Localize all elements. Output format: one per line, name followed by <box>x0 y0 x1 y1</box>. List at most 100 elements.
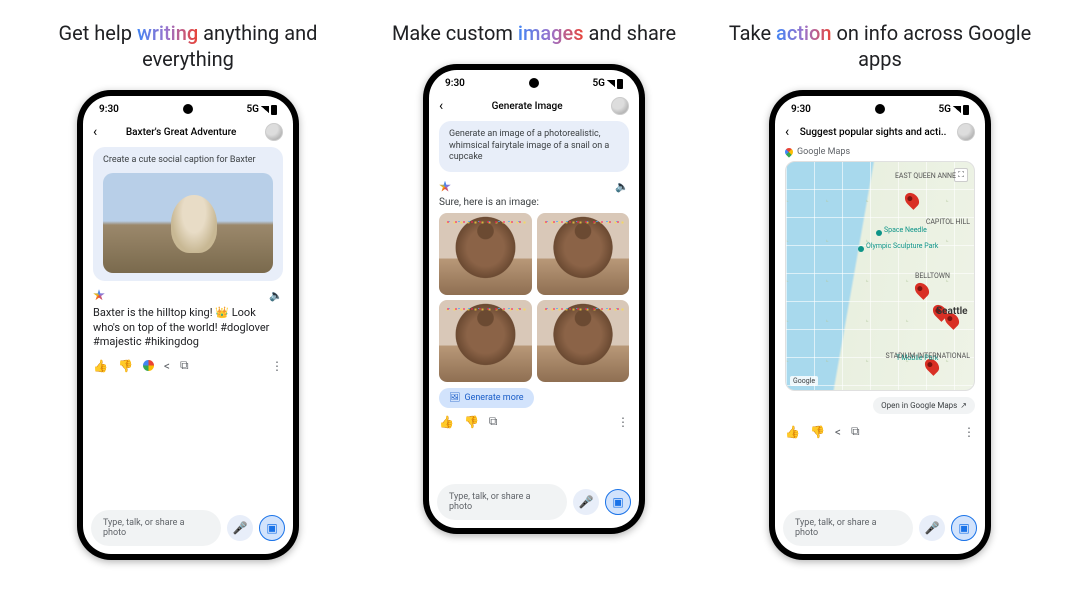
prompt-text: Create a cute social caption for Baxter <box>103 155 273 167</box>
user-prompt: Generate an image of a photorealistic, w… <box>439 121 629 172</box>
maps-label: Google Maps <box>797 147 850 157</box>
back-button[interactable]: ‹ <box>785 124 789 140</box>
more-icon[interactable]: ⋮ <box>617 415 629 429</box>
input-bar: Type, talk, or share a photo 🎤 ▣ <box>91 510 285 546</box>
back-button[interactable]: ‹ <box>439 98 443 114</box>
avatar[interactable] <box>611 97 629 115</box>
status-bar: 9:30 5G <box>83 96 293 119</box>
map-label-eastqueen: EAST QUEEN ANNE <box>895 172 956 180</box>
app-bar: ‹ Generate Image <box>429 93 639 121</box>
heading-post: on info across Google apps <box>832 21 1032 71</box>
thumbs-down-icon[interactable]: 👎 <box>118 359 133 373</box>
heading-pre: Take <box>729 21 776 45</box>
heading-images: Make custom images and share <box>392 20 676 46</box>
speaker-icon[interactable]: 🔈 <box>269 289 283 302</box>
generated-image-2[interactable] <box>537 213 630 295</box>
mic-button[interactable]: 🎤 <box>227 515 253 541</box>
phone-frame-1: 9:30 5G ‹ Baxter's Great Adventure Creat… <box>77 90 299 560</box>
heading-accent: writing <box>137 21 198 45</box>
map-label-city: Seattle <box>936 306 968 317</box>
screen-2: 9:30 5G ‹ Generate Image Generate an ima… <box>429 70 639 528</box>
generated-image-3[interactable] <box>439 300 532 382</box>
text-input[interactable]: Type, talk, or share a photo <box>437 484 567 520</box>
gemini-spark-icon <box>439 181 451 193</box>
status-time: 9:30 <box>99 104 119 115</box>
fullscreen-icon[interactable]: ⛶ <box>954 168 968 182</box>
input-bar: Type, talk, or share a photo 🎤 ▣ <box>783 510 977 546</box>
map-poi-dot <box>876 230 882 236</box>
assistant-response-intro: Sure, here is an image: <box>439 197 629 208</box>
content-area: Create a cute social caption for Baxter … <box>83 147 293 502</box>
heading-post: and share <box>584 21 677 45</box>
generate-more-label: Generate more <box>464 393 523 403</box>
google-icon[interactable] <box>143 360 154 371</box>
content-area: Generate an image of a photorealistic, w… <box>429 121 639 476</box>
column-writing: Get help writing anything and everything… <box>30 20 346 560</box>
image-grid <box>439 213 629 382</box>
status-network: 5G <box>246 104 259 115</box>
page-title: Baxter's Great Adventure <box>103 127 259 138</box>
more-icon[interactable]: ⋮ <box>963 425 975 439</box>
battery-icon <box>271 105 277 115</box>
text-input[interactable]: Type, talk, or share a photo <box>783 510 913 546</box>
thumbs-up-icon[interactable]: 👍 <box>439 415 454 429</box>
input-bar: Type, talk, or share a photo 🎤 ▣ <box>437 484 631 520</box>
status-network: 5G <box>938 104 951 115</box>
heading-action: Take action on info across Google apps <box>722 20 1038 72</box>
generated-image-4[interactable] <box>537 300 630 382</box>
thumbs-down-icon[interactable]: 👎 <box>810 425 825 439</box>
thumbs-up-icon[interactable]: 👍 <box>785 425 800 439</box>
map-pin-icon[interactable] <box>912 280 932 300</box>
column-images: Make custom images and share 9:30 5G ‹ G… <box>376 20 692 560</box>
action-row: 👍 👎 < ⧉ ⋮ <box>785 424 975 439</box>
camera-button[interactable]: ▣ <box>605 489 631 515</box>
action-row: 👍 👎 < ⧉ ⋮ <box>93 358 283 373</box>
signal-icon <box>607 80 615 87</box>
camera-button[interactable]: ▣ <box>951 515 977 541</box>
google-maps-chip: Google Maps <box>785 147 975 157</box>
content-area: Google Maps ⛶ EAST QUEEN ANNE Space Need… <box>775 147 985 502</box>
generate-more-button[interactable]: 🖼 Generate more <box>439 388 534 408</box>
user-prompt: Create a cute social caption for Baxter <box>93 147 283 281</box>
heading-pre: Make custom <box>392 21 518 45</box>
copy-icon[interactable]: ⧉ <box>851 424 860 439</box>
battery-icon <box>963 105 969 115</box>
avatar[interactable] <box>265 123 283 141</box>
maps-pin-icon <box>783 147 794 158</box>
map-embed[interactable]: ⛶ EAST QUEEN ANNE Space Needle Olympic S… <box>785 161 975 391</box>
copy-icon[interactable]: ⧉ <box>180 358 189 373</box>
map-poi-dot <box>858 246 864 252</box>
thumbs-up-icon[interactable]: 👍 <box>93 359 108 373</box>
signal-icon <box>953 106 961 113</box>
share-icon[interactable]: < <box>164 359 170 373</box>
mic-button[interactable]: 🎤 <box>573 489 599 515</box>
heading-accent: action <box>776 21 831 45</box>
open-label: Open in Google Maps <box>881 401 957 410</box>
screen-1: 9:30 5G ‹ Baxter's Great Adventure Creat… <box>83 96 293 554</box>
image-icon: 🖼 <box>449 393 460 403</box>
text-input[interactable]: Type, talk, or share a photo <box>91 510 221 546</box>
open-in-maps-button[interactable]: Open in Google Maps ↗ <box>873 397 975 414</box>
status-bar: 9:30 5G <box>429 70 639 93</box>
speaker-icon[interactable]: 🔈 <box>615 180 629 193</box>
page-title: Suggest popular sights and acti.. <box>795 127 951 138</box>
camera-button[interactable]: ▣ <box>259 515 285 541</box>
heading-accent: images <box>518 21 584 45</box>
copy-icon[interactable]: ⧉ <box>489 414 498 429</box>
status-time: 9:30 <box>445 78 465 89</box>
thumbs-down-icon[interactable]: 👎 <box>464 415 479 429</box>
back-button[interactable]: ‹ <box>93 124 97 140</box>
share-icon[interactable]: < <box>835 425 841 439</box>
map-label-stadium: STADIUM-INTERNATIONAL <box>886 352 970 360</box>
prompt-image-dog <box>103 173 273 273</box>
action-row: 👍 👎 ⧉ ⋮ <box>439 414 629 429</box>
signal-icon <box>261 106 269 113</box>
map-label-capitolhill: CAPITOL HILL <box>926 218 970 226</box>
avatar[interactable] <box>957 123 975 141</box>
map-label-spaceneedle: Space Needle <box>884 226 927 234</box>
phone-frame-3: 9:30 5G ‹ Suggest popular sights and act… <box>769 90 991 560</box>
mic-button[interactable]: 🎤 <box>919 515 945 541</box>
map-pin-icon[interactable] <box>902 190 922 210</box>
generated-image-1[interactable] <box>439 213 532 295</box>
more-icon[interactable]: ⋮ <box>271 359 283 373</box>
